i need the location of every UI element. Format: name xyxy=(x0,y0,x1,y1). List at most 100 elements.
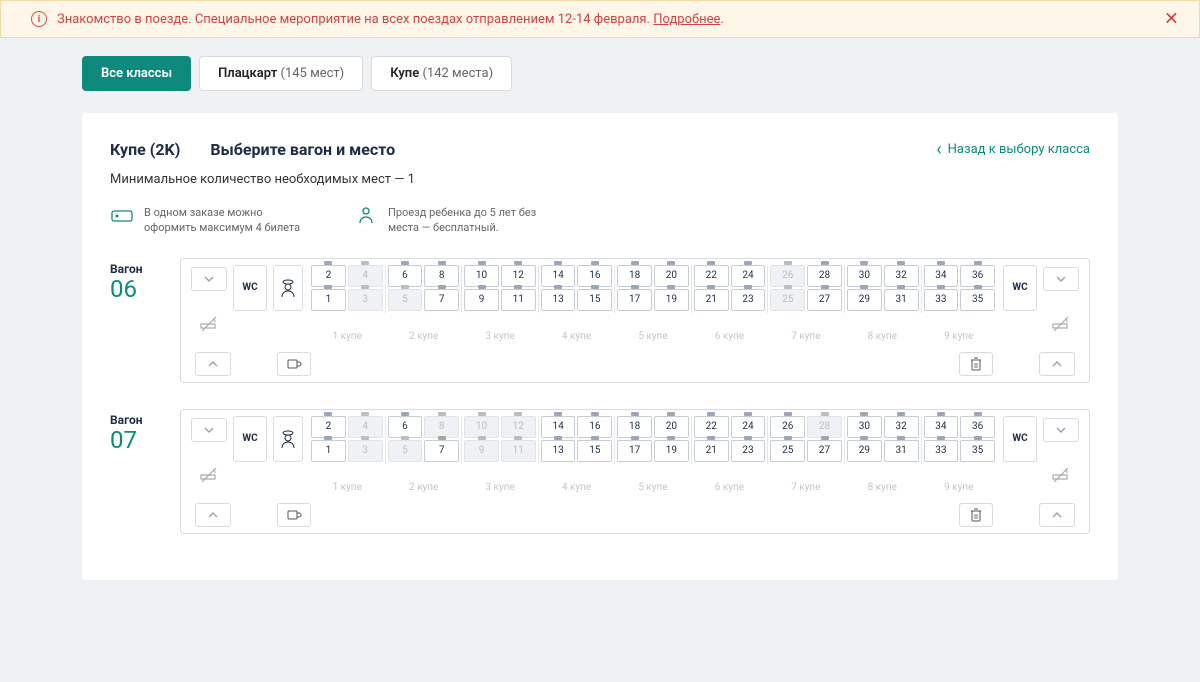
seat-31[interactable]: 31 xyxy=(884,289,919,311)
coupe-4: 1416 1315 xyxy=(538,265,615,313)
child-icon xyxy=(354,205,378,225)
scroll-right-up[interactable] xyxy=(1043,418,1079,442)
seat-8[interactable]: 8 xyxy=(424,265,459,287)
seat-1[interactable]: 1 xyxy=(311,289,346,311)
seat-8: 8 xyxy=(424,416,459,438)
wagon-label: Вагон 07 xyxy=(110,409,170,453)
seat-30[interactable]: 30 xyxy=(847,416,882,438)
seat-2[interactable]: 2 xyxy=(311,265,346,287)
seat-16[interactable]: 16 xyxy=(577,416,612,438)
seat-28[interactable]: 28 xyxy=(807,265,842,287)
seat-7[interactable]: 7 xyxy=(424,289,459,311)
seat-10: 10 xyxy=(464,416,499,438)
seat-13[interactable]: 13 xyxy=(541,289,576,311)
scroll-left-down[interactable] xyxy=(195,503,231,527)
scroll-right-down[interactable] xyxy=(1039,352,1075,376)
no-smoking-icon xyxy=(198,464,220,486)
seat-7[interactable]: 7 xyxy=(424,440,459,462)
seat-27[interactable]: 27 xyxy=(807,289,842,311)
wc-left: WC xyxy=(233,416,267,462)
seat-9[interactable]: 9 xyxy=(464,289,499,311)
seat-34[interactable]: 34 xyxy=(924,416,959,438)
wagon-label: Вагон 06 xyxy=(110,258,170,302)
seat-36[interactable]: 36 xyxy=(960,416,995,438)
no-smoking-icon xyxy=(1050,464,1072,486)
scroll-right-up[interactable] xyxy=(1043,267,1079,291)
coupe-2: 68 57 xyxy=(385,416,462,464)
class-tabs: Все классы Плацкарт (145 мест) Купе (142… xyxy=(82,38,1118,103)
seat-26: 26 xyxy=(770,265,805,287)
seat-12[interactable]: 12 xyxy=(501,265,536,287)
coupe-label: 3 купе xyxy=(462,482,538,493)
coupe-label: 8 купе xyxy=(844,482,920,493)
seat-20[interactable]: 20 xyxy=(654,416,689,438)
seat-35[interactable]: 35 xyxy=(960,440,995,462)
scroll-left-down[interactable] xyxy=(195,352,231,376)
tea-station xyxy=(277,503,311,527)
seat-18[interactable]: 18 xyxy=(617,265,652,287)
coupe-8: 3032 2931 xyxy=(844,265,921,313)
coupe-label: 5 купе xyxy=(615,482,691,493)
seat-11: 11 xyxy=(501,440,536,462)
wagon-number: 07 xyxy=(110,427,170,453)
seat-27[interactable]: 27 xyxy=(807,440,842,462)
seat-21[interactable]: 21 xyxy=(694,440,729,462)
seat-32[interactable]: 32 xyxy=(884,416,919,438)
seat-10[interactable]: 10 xyxy=(464,265,499,287)
seat-22[interactable]: 22 xyxy=(694,416,729,438)
wc-left: WC xyxy=(233,265,267,311)
seat-33[interactable]: 33 xyxy=(924,440,959,462)
seat-1[interactable]: 1 xyxy=(311,440,346,462)
seat-23[interactable]: 23 xyxy=(731,289,766,311)
seat-14[interactable]: 14 xyxy=(541,265,576,287)
cup-icon xyxy=(286,357,302,371)
seat-17[interactable]: 17 xyxy=(617,440,652,462)
seat-35[interactable]: 35 xyxy=(960,289,995,311)
seat-25[interactable]: 25 xyxy=(770,440,805,462)
seat-24[interactable]: 24 xyxy=(731,265,766,287)
coupe-7: 2628 2527 xyxy=(767,416,844,464)
seat-16[interactable]: 16 xyxy=(577,265,612,287)
tab-platzkart[interactable]: Плацкарт (145 мест) xyxy=(199,56,363,91)
seat-6[interactable]: 6 xyxy=(388,416,423,438)
banner-more-link[interactable]: Подробнее xyxy=(653,12,720,27)
seat-19[interactable]: 19 xyxy=(654,289,689,311)
seat-5: 5 xyxy=(388,440,423,462)
seat-18[interactable]: 18 xyxy=(617,416,652,438)
seat-29[interactable]: 29 xyxy=(847,289,882,311)
seat-9: 9 xyxy=(464,440,499,462)
seat-2[interactable]: 2 xyxy=(311,416,346,438)
seat-34[interactable]: 34 xyxy=(924,265,959,287)
seat-33[interactable]: 33 xyxy=(924,289,959,311)
seat-22[interactable]: 22 xyxy=(694,265,729,287)
seat-23[interactable]: 23 xyxy=(731,440,766,462)
banner-close-button[interactable]: ✕ xyxy=(1164,9,1179,30)
tab-kupe[interactable]: Купе (142 места) xyxy=(371,56,512,91)
seat-20[interactable]: 20 xyxy=(654,265,689,287)
ticket-icon xyxy=(110,205,134,225)
back-to-class-link[interactable]: Назад к выбору класса xyxy=(936,139,1090,160)
seat-32[interactable]: 32 xyxy=(884,265,919,287)
coupe-6: 2224 2123 xyxy=(691,416,768,464)
seat-21[interactable]: 21 xyxy=(694,289,729,311)
seat-30[interactable]: 30 xyxy=(847,265,882,287)
scroll-right-down[interactable] xyxy=(1039,503,1075,527)
seat-19[interactable]: 19 xyxy=(654,440,689,462)
seat-31[interactable]: 31 xyxy=(884,440,919,462)
seat-36[interactable]: 36 xyxy=(960,265,995,287)
scroll-left-up[interactable] xyxy=(191,418,227,442)
seat-15[interactable]: 15 xyxy=(577,440,612,462)
seat-17[interactable]: 17 xyxy=(617,289,652,311)
seat-15[interactable]: 15 xyxy=(577,289,612,311)
seat-29[interactable]: 29 xyxy=(847,440,882,462)
seat-26[interactable]: 26 xyxy=(770,416,805,438)
seat-24[interactable]: 24 xyxy=(731,416,766,438)
seat-11[interactable]: 11 xyxy=(501,289,536,311)
seat-13[interactable]: 13 xyxy=(541,440,576,462)
seat-6[interactable]: 6 xyxy=(388,265,423,287)
tab-all-classes[interactable]: Все классы xyxy=(82,56,191,91)
announcement-banner: i Знакомство в поезде. Специальное мероп… xyxy=(0,0,1200,38)
scroll-left-up[interactable] xyxy=(191,267,227,291)
coupe-5: 1820 1719 xyxy=(614,416,691,464)
seat-14[interactable]: 14 xyxy=(541,416,576,438)
